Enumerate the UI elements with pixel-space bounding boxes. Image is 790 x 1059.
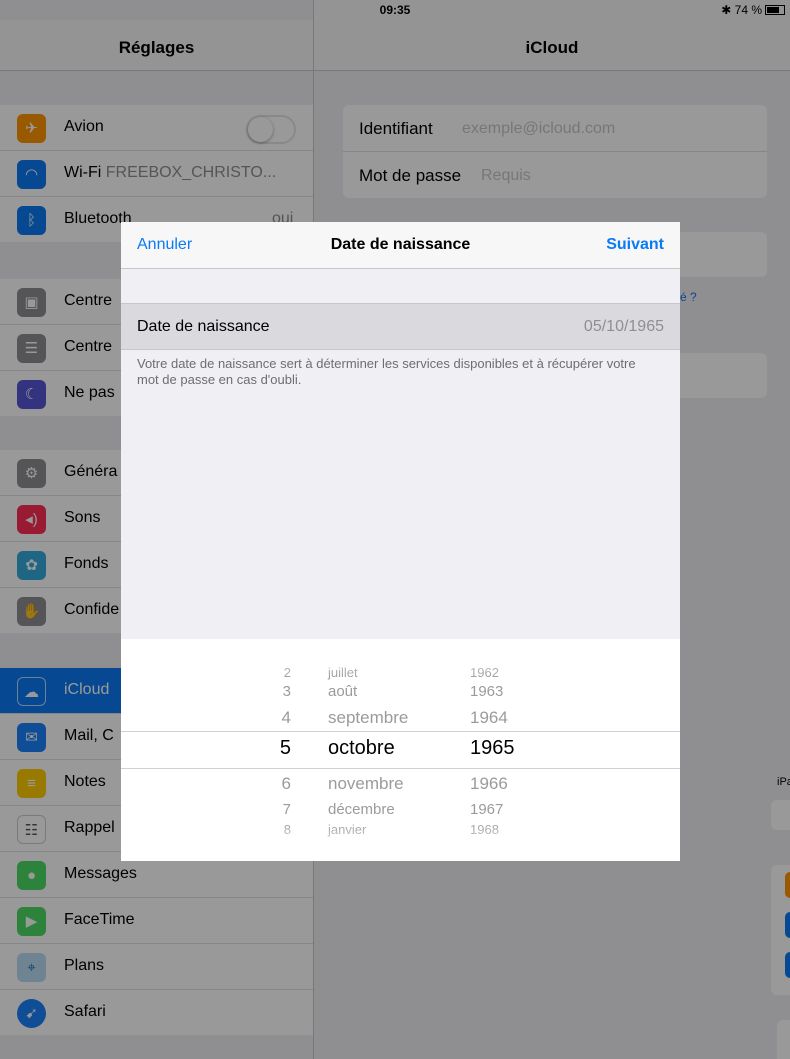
picker-year-option[interactable]: 1966: [470, 775, 508, 792]
picker-day-option[interactable]: 3: [283, 684, 291, 699]
birthdate-modal: Annuler Date de naissance Suivant Date d…: [121, 222, 680, 861]
birthdate-row[interactable]: Date de naissance 05/10/1965: [121, 303, 680, 350]
picker-day-option[interactable]: 7: [283, 802, 291, 817]
next-button[interactable]: Suivant: [606, 236, 664, 254]
birthdate-footer-note: Votre date de naissance sert à détermine…: [137, 356, 636, 387]
picker-day-selected[interactable]: 5: [280, 738, 291, 758]
picker-year-option[interactable]: 1963: [470, 684, 503, 699]
modal-nav-bar: Annuler Date de naissance Suivant: [121, 222, 680, 269]
picker-fade-top: [121, 639, 680, 679]
date-picker[interactable]: 2345678juilletaoûtseptembreoctobrenovemb…: [121, 639, 680, 861]
picker-fade-bottom: [121, 821, 680, 861]
birthdate-value: 05/10/1965: [583, 318, 664, 335]
modal-title: Date de naissance: [330, 236, 471, 253]
picker-month-option[interactable]: novembre: [328, 775, 404, 792]
picker-year-option[interactable]: 1964: [470, 709, 508, 726]
picker-month-selected[interactable]: octobre: [328, 738, 395, 758]
picker-selection-band: [121, 731, 680, 769]
birthdate-label: Date de naissance: [137, 318, 270, 335]
picker-month-option[interactable]: août: [328, 684, 357, 699]
picker-month-option[interactable]: décembre: [328, 802, 395, 817]
picker-day-option[interactable]: 4: [282, 709, 291, 726]
picker-day-option[interactable]: 6: [282, 775, 291, 792]
picker-month-option[interactable]: septembre: [328, 709, 408, 726]
picker-year-option[interactable]: 1967: [470, 802, 503, 817]
picker-year-selected[interactable]: 1965: [470, 738, 515, 758]
